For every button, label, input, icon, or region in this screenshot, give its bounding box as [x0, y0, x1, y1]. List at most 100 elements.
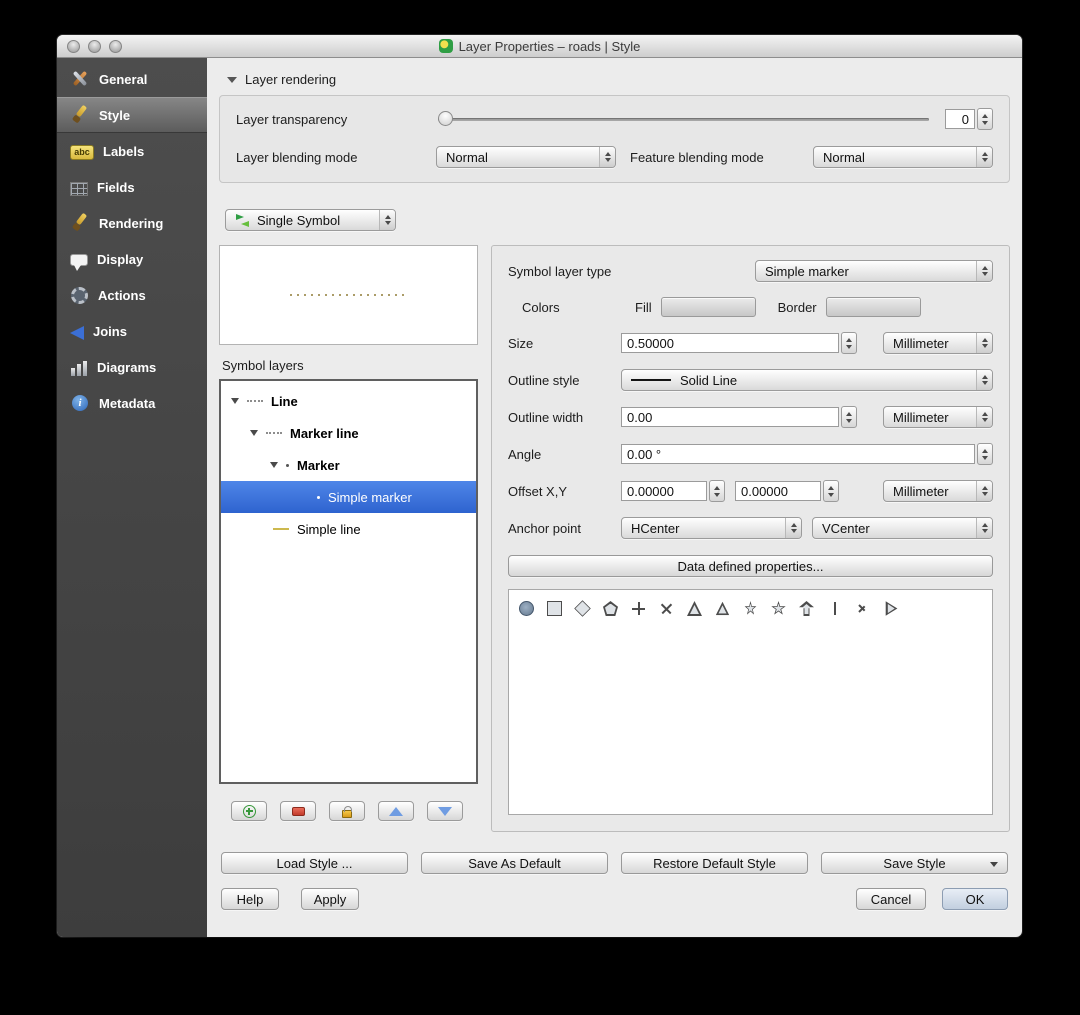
tree-item-line[interactable]: Line — [221, 385, 476, 417]
lock-color-button[interactable] — [329, 801, 365, 821]
sidebar-item-diagrams[interactable]: Diagrams — [57, 349, 207, 385]
tree-item-marker[interactable]: Marker — [221, 449, 476, 481]
size-unit-select[interactable]: Millimeter — [883, 332, 993, 354]
transparency-slider[interactable] — [436, 111, 931, 127]
marker-shape-equilateral-triangle[interactable] — [715, 601, 730, 616]
sidebar-item-label: Diagrams — [97, 359, 157, 375]
marker-shape-arrow[interactable] — [799, 601, 814, 616]
minimize-button[interactable] — [88, 40, 101, 53]
symbol-preview — [219, 245, 478, 345]
tree-expand-icon[interactable] — [250, 430, 258, 436]
save-style-button[interactable]: Save Style — [821, 852, 1008, 874]
sidebar-item-metadata[interactable]: i Metadata — [57, 385, 207, 421]
save-as-default-button[interactable]: Save As Default — [421, 852, 608, 874]
size-input[interactable] — [621, 333, 839, 353]
marker-shape-cross[interactable] — [631, 601, 646, 616]
move-down-button[interactable] — [427, 801, 463, 821]
zoom-button[interactable] — [109, 40, 122, 53]
outline-width-input[interactable] — [621, 407, 839, 427]
move-up-button[interactable] — [378, 801, 414, 821]
style-page: Layer rendering Layer transparency 0 Lay… — [207, 58, 1022, 937]
size-stepper[interactable] — [841, 332, 857, 354]
tree-expand-icon[interactable] — [231, 398, 239, 404]
sidebar-item-general[interactable]: General — [57, 61, 207, 97]
select-value: Simple marker — [765, 263, 849, 279]
marker-shape-line[interactable] — [827, 601, 842, 616]
marker-shape-square[interactable] — [547, 601, 562, 616]
marker-shape-star[interactable] — [744, 601, 757, 615]
tree-item-label: Marker — [297, 457, 340, 473]
titlebar[interactable]: Layer Properties – roads | Style — [57, 35, 1022, 58]
sidebar-item-style[interactable]: Style — [57, 97, 207, 133]
arrow-down-icon — [384, 221, 391, 225]
close-button[interactable] — [67, 40, 80, 53]
add-symbol-layer-button[interactable] — [231, 801, 267, 821]
symbol-layer-type-select[interactable]: Simple marker — [755, 260, 993, 282]
collapse-triangle-icon[interactable] — [227, 76, 237, 83]
transparency-label: Layer transparency — [236, 111, 348, 127]
sidebar-item-joins[interactable]: Joins — [57, 313, 207, 349]
marker-dot-icon — [317, 495, 320, 499]
transparency-value-input[interactable] — [945, 109, 975, 129]
arrow-down-icon — [604, 158, 611, 162]
offset-x-input[interactable] — [621, 481, 707, 501]
tools-icon — [70, 69, 90, 89]
select-arrows-icon — [976, 333, 992, 353]
sidebar-item-actions[interactable]: Actions — [57, 277, 207, 313]
fill-color-swatch[interactable] — [660, 297, 756, 317]
offset-unit-select[interactable]: Millimeter — [883, 480, 993, 502]
sidebar-item-rendering[interactable]: Rendering — [57, 205, 207, 241]
marker-shape-triangle[interactable] — [687, 601, 702, 616]
marker-shape-regular-star[interactable] — [771, 601, 786, 615]
tree-expand-icon[interactable] — [270, 462, 278, 468]
offset-y-stepper[interactable] — [823, 480, 839, 502]
slider-knob[interactable] — [438, 111, 453, 126]
marker-shape-diamond[interactable] — [574, 600, 591, 617]
arrow-down-icon — [790, 529, 797, 533]
offset-y-input[interactable] — [735, 481, 821, 501]
restore-default-style-button[interactable]: Restore Default Style — [621, 852, 808, 874]
ok-button[interactable]: OK — [942, 888, 1008, 910]
tree-item-simple-marker[interactable]: Simple marker — [221, 481, 476, 513]
layer-rendering-header[interactable]: Layer rendering — [227, 72, 1006, 87]
layer-blending-select[interactable]: Normal — [436, 146, 616, 168]
outline-width-unit-select[interactable]: Millimeter — [883, 406, 993, 428]
feature-blending-select[interactable]: Normal — [813, 146, 993, 168]
offset-x-stepper[interactable] — [709, 480, 725, 502]
data-defined-properties-button[interactable]: Data defined properties... — [508, 555, 993, 577]
marker-shape-pentagon[interactable] — [603, 601, 618, 616]
marker-shape-cross2[interactable] — [656, 598, 677, 619]
anchor-h-select[interactable]: HCenter — [621, 517, 802, 539]
outline-style-row: Outline style Solid Line — [508, 369, 993, 391]
marker-shape-filled-arrowhead[interactable] — [885, 601, 898, 616]
down-arrow-icon — [438, 806, 452, 816]
sidebar-item-fields[interactable]: Fields — [57, 169, 207, 205]
select-arrows-icon — [976, 518, 992, 538]
cancel-button[interactable]: Cancel — [856, 888, 926, 910]
sidebar-item-display[interactable]: Display — [57, 241, 207, 277]
step-down-icon — [846, 418, 852, 423]
slider-track[interactable] — [438, 118, 929, 121]
load-style-button[interactable]: Load Style ... — [221, 852, 408, 874]
transparency-stepper[interactable] — [977, 108, 993, 130]
tree-item-simple-line[interactable]: Simple line — [221, 513, 476, 545]
anchor-v-select[interactable]: VCenter — [812, 517, 993, 539]
sidebar: General Style abc Labels Fields Renderin… — [57, 58, 207, 937]
angle-stepper[interactable] — [977, 443, 993, 465]
help-button[interactable]: Help — [221, 888, 279, 910]
remove-symbol-layer-button[interactable] — [280, 801, 316, 821]
apply-button[interactable]: Apply — [301, 888, 359, 910]
outline-style-select[interactable]: Solid Line — [621, 369, 993, 391]
tree-item-marker-line[interactable]: Marker line — [221, 417, 476, 449]
marker-shape-circle[interactable] — [519, 601, 534, 616]
outline-width-stepper[interactable] — [841, 406, 857, 428]
marker-shape-chevron[interactable] — [855, 601, 870, 616]
symbol-left-column: Symbol layers Line Marker line Marker Si… — [219, 245, 478, 832]
angle-input[interactable] — [621, 444, 975, 464]
sidebar-item-label: Rendering — [99, 215, 164, 231]
sidebar-item-label: General — [99, 71, 148, 87]
sidebar-item-labels[interactable]: abc Labels — [57, 133, 207, 169]
layer-rendering-title: Layer rendering — [245, 72, 337, 87]
renderer-select[interactable]: Single Symbol — [225, 209, 396, 231]
border-color-swatch[interactable] — [825, 297, 921, 317]
